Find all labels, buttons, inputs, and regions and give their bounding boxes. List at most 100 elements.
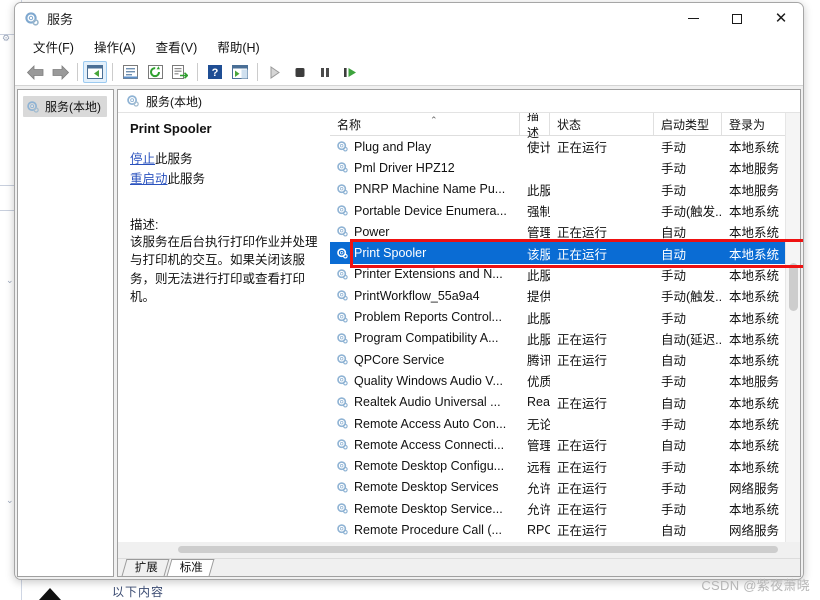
close-button[interactable]: ✕ [759,3,803,34]
description-label: 描述: [130,218,159,233]
restart-service-link[interactable]: 重启动 [130,172,168,186]
back-button[interactable] [23,61,47,83]
cell-startup-type: 手动 [661,141,687,156]
start-service-button[interactable] [263,61,287,83]
services-window: 服务 ✕ 文件(F) 操作(A) 查看(V) 帮助(H) ? 服务(本地) 服务… [14,2,804,580]
cell-name: Quality Windows Audio V... [330,374,520,388]
cell-startup-type: 手动(触发... [661,290,722,305]
tab-extended[interactable]: 扩展 [121,559,170,576]
column-name-label: 名称 [337,117,362,132]
menu-view[interactable]: 查看(V) [147,34,207,59]
cell-description: RPC... [527,522,550,537]
service-name-label: Printer Extensions and N... [354,267,503,282]
service-name-label: Portable Device Enumera... [354,203,507,218]
background-caret-icon-1: ⌄ [6,275,14,285]
cell-description: 允许... [527,481,550,496]
column-startup-type[interactable]: 启动类型 [654,113,722,135]
stop-service-link[interactable]: 停止 [130,152,155,166]
cell-description: 使计... [527,141,550,156]
list-vertical-scrollbar[interactable] [785,113,800,542]
table-row[interactable]: Power管理...正在运行自动本地系统 [330,221,800,242]
cell-description: 管理... [527,226,550,241]
column-name[interactable]: 名称 ⌃ [330,113,520,135]
maximize-button[interactable] [715,3,759,34]
cell-startup-type: 手动 [661,183,687,198]
tab-standard[interactable]: 标准 [166,559,215,576]
cell-name: Portable Device Enumera... [330,204,520,218]
table-row[interactable]: Remote Desktop Configu...远程...正在运行手动本地系统 [330,455,800,476]
table-row[interactable]: Remote Access Connecti...管理...正在运行自动本地系统 [330,434,800,455]
table-row[interactable]: PrintWorkflow_55a9a4提供...手动(触发...本地系统 [330,285,800,306]
table-row-selected[interactable]: Print Spooler该服...正在运行自动本地系统 [330,242,800,264]
cell-status: 正在运行 [557,226,608,241]
cell-status: 正在运行 [557,332,608,347]
table-row[interactable]: Remote Access Auto Con...无论...手动本地系统 [330,413,800,434]
table-row[interactable]: Quality Windows Audio V...优质 ...手动本地服务 [330,370,800,391]
minimize-button[interactable] [671,3,715,34]
service-name-label: Problem Reports Control... [354,310,502,325]
pause-service-button[interactable] [313,61,337,83]
service-gear-icon [337,269,348,280]
arrow-right-icon [52,64,69,80]
table-row[interactable]: Problem Reports Control...此服...手动本地系统 [330,306,800,327]
service-gear-icon [337,503,348,514]
column-description[interactable]: 描述 [520,113,550,140]
menu-bar: 文件(F) 操作(A) 查看(V) 帮助(H) [15,34,803,59]
restart-service-button[interactable] [338,61,362,83]
pause-icon [321,67,329,77]
table-row[interactable]: Remote Procedure Call (...RPC...正在运行自动网络… [330,519,800,540]
cell-name: Remote Procedure Call (... [330,523,520,537]
table-row[interactable]: Printer Extensions and N...此服...手动本地系统 [330,264,800,285]
service-gear-icon [337,482,348,493]
column-status[interactable]: 状态 [550,113,654,135]
table-row[interactable]: Remote Desktop Services允许...正在运行手动网络服务 [330,477,800,498]
cell-startup-type: 自动 [661,396,687,411]
toolbar-separator-2 [112,63,113,81]
stop-service-button[interactable] [288,61,312,83]
table-row[interactable]: QPCore Service腾讯...正在运行自动本地系统 [330,349,800,370]
table-row[interactable]: Portable Device Enumera...强制...手动(触发...本… [330,200,800,221]
sidebar-item-services-local[interactable]: 服务(本地) [23,96,107,117]
cell-status: 正在运行 [557,524,608,539]
cell-status: 正在运行 [557,503,608,518]
menu-help[interactable]: 帮助(H) [208,34,268,59]
show-action-pane-button[interactable] [228,61,252,83]
forward-button[interactable] [48,61,72,83]
table-row[interactable]: Program Compatibility A... 此服... 正在运行 自动(延迟… [330,328,800,349]
service-name-label: QPCore Service [354,352,445,367]
cell-startup-type: 手动 [661,311,687,326]
menu-action[interactable]: 操作(A) [85,34,145,59]
table-row[interactable]: Pml Driver HPZ12 手动 本地服务 [330,157,800,178]
help-button[interactable]: ? [203,61,227,83]
service-name-label: Remote Desktop Configu... [354,459,505,474]
service-name-label: Remote Desktop Service... [354,501,503,516]
service-name-label: Quality Windows Audio V... [354,373,503,388]
properties-button[interactable] [118,61,142,83]
client-area: 服务(本地) 服务(本地) Print Spooler 停止此服务 重启动此服务… [15,87,803,579]
scrollbar-thumb[interactable] [789,263,798,311]
cell-startup-type: 自动(延迟... [661,332,722,347]
cell-status: 正在运行 [557,439,608,454]
service-gear-icon [337,226,348,237]
cell-description: 此服... [527,311,550,326]
list-header-row: 名称 ⌃ 描述 状态 启动类型 登录为 [330,113,800,140]
refresh-button[interactable] [143,61,167,83]
cell-status: 正在运行 [557,141,608,156]
table-row[interactable]: Realtek Audio Universal ... Real... 正在运行 自动… [330,392,800,413]
list-horizontal-scrollbar[interactable] [118,542,800,558]
service-gear-icon [337,247,348,259]
cell-name: QPCore Service [330,353,520,367]
service-gear-icon [337,290,348,301]
table-row[interactable]: PNRP Machine Name Pu...此服...手动本地服务 [330,179,800,200]
hscrollbar-thumb[interactable] [178,546,778,553]
table-row[interactable]: Remote Desktop Service...允许...正在运行手动本地系统 [330,498,800,519]
toolbar-separator-1 [77,63,78,81]
show-hide-tree-button[interactable] [83,61,107,83]
cell-description: 远程... [527,460,550,475]
services-gear-icon [27,100,39,113]
service-name-label: Remote Procedure Call (... [354,522,502,537]
export-list-button[interactable] [168,61,192,83]
table-row[interactable]: Plug and Play使计...正在运行手动本地系统 [330,136,800,157]
menu-file[interactable]: 文件(F) [24,34,83,59]
column-status-label: 状态 [557,117,582,132]
